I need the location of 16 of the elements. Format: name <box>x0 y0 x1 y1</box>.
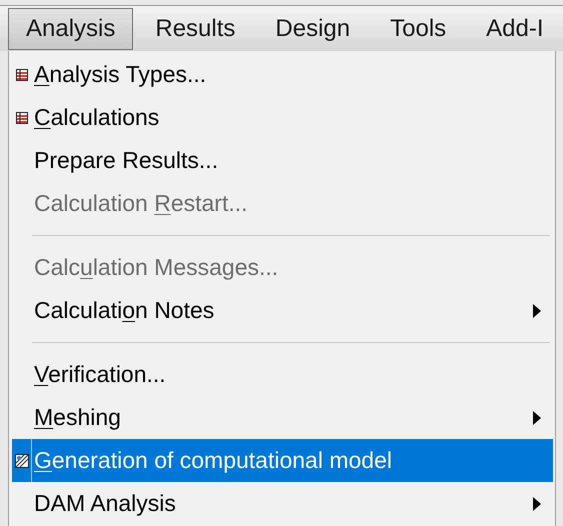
model-icon <box>14 454 28 468</box>
grid-icon <box>16 68 28 80</box>
menu-item[interactable]: Prepare Results... <box>12 139 553 182</box>
menu-item[interactable]: Generation of computational model <box>12 439 553 482</box>
menu-item[interactable]: Meshing <box>12 396 553 439</box>
menu-bar-item[interactable]: Tools <box>372 8 464 50</box>
menu-bar-item[interactable]: Analysis <box>8 8 134 50</box>
menu-item[interactable]: Calculations <box>12 96 553 139</box>
menu-item[interactable]: Analysis Types... <box>12 53 553 96</box>
menu-bar-item[interactable]: Design <box>257 8 368 50</box>
menu-item[interactable]: DAM Analysis <box>12 482 553 525</box>
menu-bar-item[interactable]: Add-I <box>468 8 562 50</box>
grid-icon <box>16 112 28 124</box>
menu-item[interactable]: Verification... <box>12 353 553 396</box>
menu-item[interactable]: Calculation Notes <box>12 289 553 332</box>
menu-bar-item[interactable]: Results <box>137 8 254 50</box>
